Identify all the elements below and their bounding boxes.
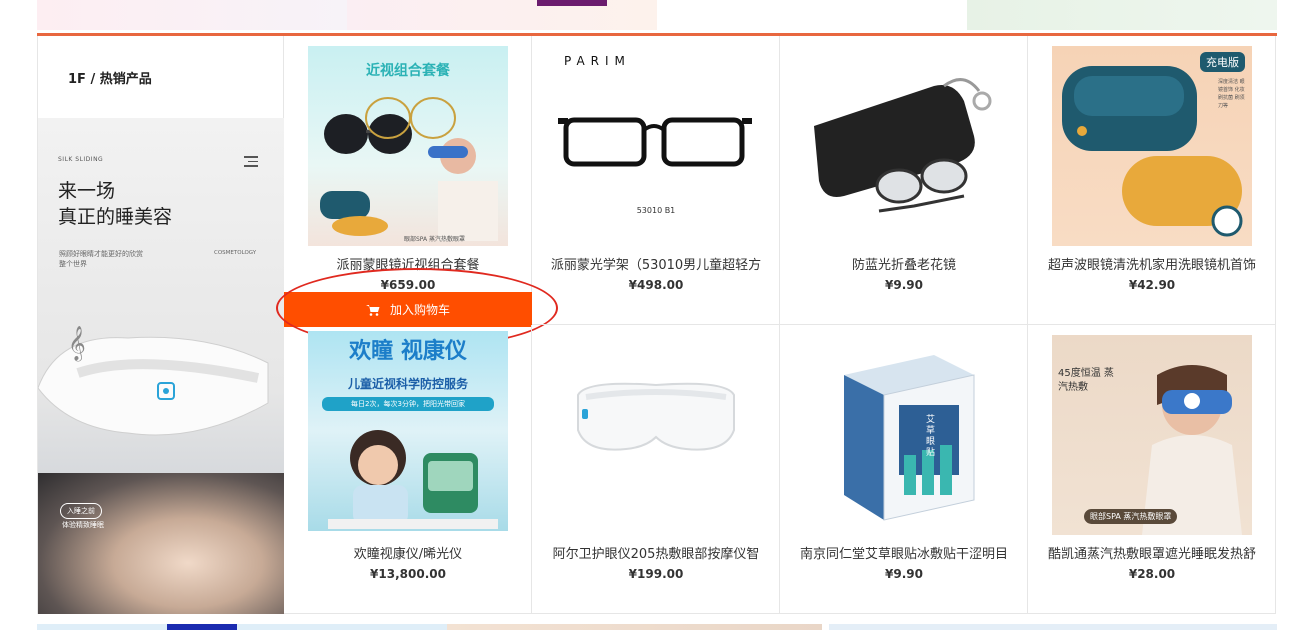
floor-title: 1F / 热销产品 [68,72,152,87]
product-image[interactable]: 近视组合套餐 眼部SPA 蒸汽热敷眼罩 [308,46,508,246]
product-image[interactable]: 充电版 深度清洁 眼镜首饰 化妆刷抗菌 刷须刀等 [1052,46,1252,246]
product-name[interactable]: 阿尔卫护眼仪205热敷眼部按摩仪智 [532,543,780,562]
product-image-badge: 眼部SPA 蒸汽热敷眼罩 [404,236,466,243]
floor-left-panel: 1F / 热销产品 SILK SLIDING 来一场 真正的睡美容 照顾好眼睛才… [38,36,284,614]
product-price: ¥9.90 [885,567,923,581]
promo-banner[interactable]: SILK SLIDING 来一场 真正的睡美容 照顾好眼睛才能更好的欣赏整个世界… [38,118,284,614]
product-image[interactable]: PARIM 53010 B1 [556,46,756,246]
floor-section: 1F / 热销产品 SILK SLIDING 来一场 真正的睡美容 照顾好眼睛才… [37,36,1277,614]
product-card[interactable]: 充电版 深度清洁 眼镜首饰 化妆刷抗菌 刷须刀等 超声波眼镜清洗机家用洗眼镜机首… [1028,36,1276,325]
product-price: ¥42.90 [1128,278,1176,292]
promo-pill-sub: 体验精致睡眠 [62,521,104,529]
sleeping-woman-image [38,473,284,614]
product-image-text: 艾草眼贴 [926,415,936,458]
svg-text:𝄞: 𝄞 [68,326,86,362]
promo-subtext: 照顾好眼睛才能更好的欣赏整个世界 [59,250,143,268]
banner-segment[interactable] [347,0,657,30]
product-image[interactable]: 欢瞳 视康仪 儿童近视科学防控服务 每日2次，每次3分钟，把阳光带回家 [308,331,508,531]
product-card[interactable]: 防蓝光折叠老花镜 ¥9.90 [780,36,1028,325]
product-price: ¥9.90 [885,278,923,292]
product-image-badge: 每日2次，每次3分钟，把阳光带回家 [322,397,494,411]
product-image-text: PARIM [564,54,631,68]
menu-icon [244,156,258,167]
product-name[interactable]: 南京同仁堂艾草眼贴冰敷贴干涩明目 [780,543,1028,562]
product-price: ¥28.00 [1128,567,1176,581]
product-name[interactable]: 超声波眼镜清洗机家用洗眼镜机首饰 [1028,254,1276,273]
product-image[interactable] [804,46,1004,246]
product-image-badge: 深度清洁 眼镜首饰 化妆刷抗菌 刷须刀等 [1218,79,1245,109]
product-card[interactable]: 近视组合套餐 眼部SPA 蒸汽热敷眼罩 派丽蒙眼镜近视组合套餐 ¥659.00 [276,36,558,348]
product-name[interactable]: 防蓝光折叠老花镜 [780,254,1028,273]
promo-pill: 入睡之前 [60,503,102,519]
product-price: ¥199.00 [628,567,684,581]
product-image-text: 近视组合套餐 [366,63,450,79]
product-grid: 近视组合套餐 眼部SPA 蒸汽热敷眼罩 派丽蒙眼镜近视组合套餐 ¥659.00 [276,36,1278,614]
product-image-text: 欢瞳 视康仪 [349,339,467,364]
product-price: ¥498.00 [628,278,684,292]
product-name[interactable]: 欢瞳视康仪/晞光仪 [284,543,532,562]
promo-cosmetology: COSMETOLOGY [214,250,257,256]
banner-segment[interactable] [967,0,1277,30]
product-image[interactable]: 45度恒温 蒸汽热敷 眼部SPA 蒸汽热敷眼罩 [1052,335,1252,535]
product-price: ¥13,800.00 [370,567,446,581]
promo-brand: SILK SLIDING [58,156,104,163]
product-image-subtitle: 儿童近视科学防控服务 [347,377,468,391]
product-card[interactable]: PARIM 53010 B1 派丽蒙光学架（53010男儿童超轻方 ¥498.0… [532,36,780,325]
banner-segment[interactable] [37,0,347,30]
eye-massager-image: 𝄞 [38,326,269,436]
product-image[interactable]: 艾草眼贴 [804,335,1004,535]
product-card[interactable]: 艾草眼贴 南京同仁堂艾草眼贴冰敷贴干涩明目 ¥9.90 [780,325,1028,614]
product-card[interactable]: 阿尔卫护眼仪205热敷眼部按摩仪智 ¥199.00 [532,325,780,614]
product-image-badge: 53010 B1 [636,206,676,215]
bottom-banner-strip[interactable] [37,624,1277,630]
product-name[interactable]: 派丽蒙光学架（53010男儿童超轻方 [532,254,780,273]
top-banner-strip[interactable] [37,0,1277,30]
promo-headline: 来一场 真正的睡美容 [58,180,173,228]
product-card[interactable]: 欢瞳 视康仪 儿童近视科学防控服务 每日2次，每次3分钟，把阳光带回家 欢瞳视康… [284,325,532,614]
product-card[interactable]: 45度恒温 蒸汽热敷 眼部SPA 蒸汽热敷眼罩 酷凯通蒸汽热敷眼罩遮光睡眠发热舒… [1028,325,1276,614]
product-name[interactable]: 酷凯通蒸汽热敷眼罩遮光睡眠发热舒 [1028,543,1276,562]
product-image[interactable] [556,335,756,535]
product-image-badge: 眼部SPA 蒸汽热敷眼罩 [1084,509,1178,524]
